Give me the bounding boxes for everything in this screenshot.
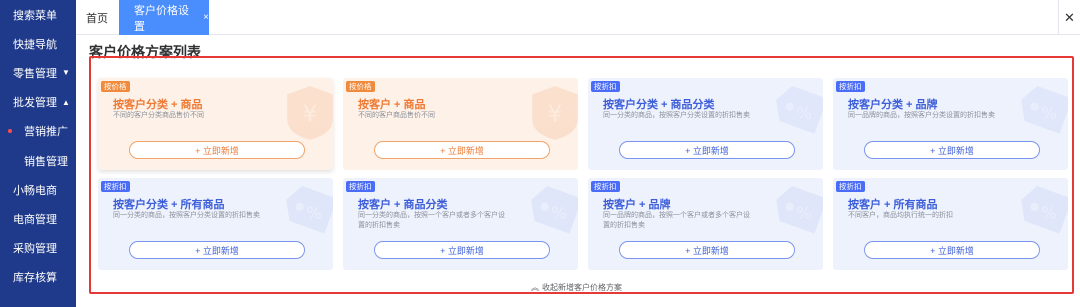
sidebar-item[interactable]: 快捷导航 xyxy=(0,29,76,58)
add-plan-button[interactable]: + 立即新增 xyxy=(374,141,550,159)
plan-type-badge: 按折扣 xyxy=(836,181,865,192)
main-content: 客户价格方案列表 ¥ 按价格 按客户分类 + 商品 不同的客户分类商品售价不同 + 立即… xyxy=(76,35,1080,307)
sidebar-item-label: 库存核算 xyxy=(13,272,57,285)
plan-description: 不同客户，商品均执行统一的折扣 xyxy=(848,212,953,219)
discount-tag-icon: % xyxy=(1021,85,1068,134)
discount-tag-icon: % xyxy=(1021,185,1068,234)
plan-type-badge: 按折扣 xyxy=(346,181,375,192)
add-plan-button[interactable]: + 立即新增 xyxy=(619,241,795,259)
plan-title: 按客户分类 + 所有商品 xyxy=(113,199,225,211)
price-plan-card: % 按折扣按客户分类 + 商品分类 同一分类的商品，按照客户分类设置的折扣售卖 + 立… xyxy=(588,78,823,170)
tab-home[interactable]: 首页 xyxy=(86,0,108,35)
collapse-new-plans-link[interactable]: ︽ 收起新增客户价格方案 xyxy=(531,282,622,293)
sidebar-item-label: 营销推广 xyxy=(24,126,68,139)
price-plan-card: % 按折扣按客户 + 品牌 同一品牌的商品，按照一个客户或者多个客户设置的折扣售卖 +… xyxy=(588,178,823,270)
plan-description: 同一分类的商品，按照客户分类设置的折扣售卖 xyxy=(603,112,750,119)
plan-description: 同一品牌的商品，按照一个客户或者多个客户设置的折扣售卖 xyxy=(603,212,750,229)
svg-text:%: % xyxy=(306,204,322,223)
add-plan-button[interactable]: + 立即新增 xyxy=(864,141,1040,159)
chevron-up-icon: ︽ xyxy=(531,283,539,292)
add-plan-button[interactable]: + 立即新增 xyxy=(864,241,1040,259)
sidebar-item[interactable]: 采购管理 xyxy=(0,234,76,263)
discount-tag-icon: % xyxy=(776,85,823,134)
plan-title: 按客户分类 + 品牌 xyxy=(848,99,938,111)
collapse-label: 收起新增客户价格方案 xyxy=(542,283,622,292)
sidebar: 搜索菜单快捷导航零售管理 ▼ 批发管理 ▲ 营销推广销售管理小畅电商电商管理采购管理库存… xyxy=(0,0,76,307)
active-dot xyxy=(8,129,12,134)
price-plan-card: ¥ 按价格按客户 + 商品 不同的客户商品售价不同 + 立即新增 xyxy=(343,78,578,170)
plan-description: 同一分类的商品，按照一个客户或者多个客户设置的折扣售卖 xyxy=(358,212,505,229)
tab-customer-price-settings[interactable]: 客户价格设置 × xyxy=(119,0,209,35)
price-plan-card: ¥ 按价格按客户分类 + 商品 不同的客户分类商品售价不同 + 立即新增 xyxy=(98,78,333,170)
svg-text:¥: ¥ xyxy=(303,101,317,127)
sidebar-item-label: 批发管理 xyxy=(13,97,57,110)
svg-text:%: % xyxy=(1041,204,1057,223)
discount-tag-icon: % xyxy=(531,185,578,234)
plan-title: 按客户分类 + 商品 xyxy=(113,99,203,111)
sidebar-item[interactable]: 销售管理 xyxy=(0,146,76,175)
svg-text:%: % xyxy=(1041,104,1057,123)
caret-down-icon: ▼ xyxy=(62,68,70,78)
discount-tag-icon: % xyxy=(776,185,823,234)
price-plan-card: % 按折扣按客户分类 + 所有商品 同一分类的商品，按照客户分类设置的折扣售卖 + 立… xyxy=(98,178,333,270)
sidebar-item[interactable]: 电商管理 xyxy=(0,204,76,233)
add-plan-button[interactable]: + 立即新增 xyxy=(374,241,550,259)
discount-tag-icon: % xyxy=(286,185,333,234)
plan-type-badge: 按折扣 xyxy=(591,81,620,92)
sidebar-item-label: 销售管理 xyxy=(24,155,68,168)
svg-text:%: % xyxy=(796,204,812,223)
plan-type-badge: 按折扣 xyxy=(101,181,130,192)
sidebar-item[interactable]: 小畅电商 xyxy=(0,175,76,204)
svg-text:¥: ¥ xyxy=(548,101,562,127)
plan-description: 不同的客户分类商品售价不同 xyxy=(113,112,204,119)
plan-title: 按客户 + 商品 xyxy=(358,99,426,111)
svg-text:%: % xyxy=(796,104,812,123)
plan-description: 不同的客户商品售价不同 xyxy=(358,112,435,119)
price-plan-card: % 按折扣按客户分类 + 品牌 同一品牌的商品，按照客户分类设置的折扣售卖 + 立即新… xyxy=(833,78,1068,170)
plan-type-badge: 按价格 xyxy=(346,81,375,92)
price-plan-card: % 按折扣按客户 + 商品分类 同一分类的商品，按照一个客户或者多个客户设置的折扣售… xyxy=(343,178,578,270)
sidebar-item-label: 快捷导航 xyxy=(13,38,57,51)
tab-label: 客户价格设置 xyxy=(134,4,189,33)
yen-tag-icon: ¥ xyxy=(532,86,578,140)
sidebar-item-label: 零售管理 xyxy=(13,67,57,80)
sidebar-item[interactable]: 零售管理 ▼ xyxy=(0,58,76,87)
plan-type-badge: 按折扣 xyxy=(591,181,620,192)
close-all-tabs-button[interactable]: ✕ xyxy=(1058,0,1080,35)
sidebar-item[interactable]: 营销推广 xyxy=(0,117,76,146)
sidebar-item-label: 电商管理 xyxy=(13,213,57,226)
yen-tag-icon: ¥ xyxy=(287,86,333,140)
price-plan-card-grid: ¥ 按价格按客户分类 + 商品 不同的客户分类商品售价不同 + 立即新增 ¥ 按价格按客户… xyxy=(89,56,1074,294)
plan-title: 按客户分类 + 商品分类 xyxy=(603,99,715,111)
add-plan-button[interactable]: + 立即新增 xyxy=(619,141,795,159)
plan-title: 按客户 + 所有商品 xyxy=(848,199,938,211)
plan-type-badge: 按价格 xyxy=(101,81,130,92)
plan-description: 同一品牌的商品，按照客户分类设置的折扣售卖 xyxy=(848,112,995,119)
sidebar-item[interactable]: 批发管理 ▲ xyxy=(0,88,76,117)
sidebar-item-label: 采购管理 xyxy=(13,243,57,256)
price-plan-card: % 按折扣按客户 + 所有商品 不同客户，商品均执行统一的折扣 + 立即新增 xyxy=(833,178,1068,270)
plan-title: 按客户 + 品牌 xyxy=(603,199,671,211)
tab-close-icon[interactable]: × xyxy=(203,12,209,23)
caret-up-icon: ▲ xyxy=(62,97,70,107)
add-plan-button[interactable]: + 立即新增 xyxy=(129,141,305,159)
svg-text:%: % xyxy=(551,204,567,223)
sidebar-item-label: 搜索菜单 xyxy=(13,9,57,22)
tab-bar: 首页 客户价格设置 × ✕ xyxy=(76,0,1080,35)
plan-type-badge: 按折扣 xyxy=(836,81,865,92)
sidebar-item[interactable]: 库存核算 xyxy=(0,263,76,292)
plan-title: 按客户 + 商品分类 xyxy=(358,199,448,211)
plan-description: 同一分类的商品，按照客户分类设置的折扣售卖 xyxy=(113,212,260,219)
sidebar-item[interactable]: 搜索菜单 xyxy=(0,0,76,29)
add-plan-button[interactable]: + 立即新增 xyxy=(129,241,305,259)
sidebar-item-label: 小畅电商 xyxy=(13,184,57,197)
